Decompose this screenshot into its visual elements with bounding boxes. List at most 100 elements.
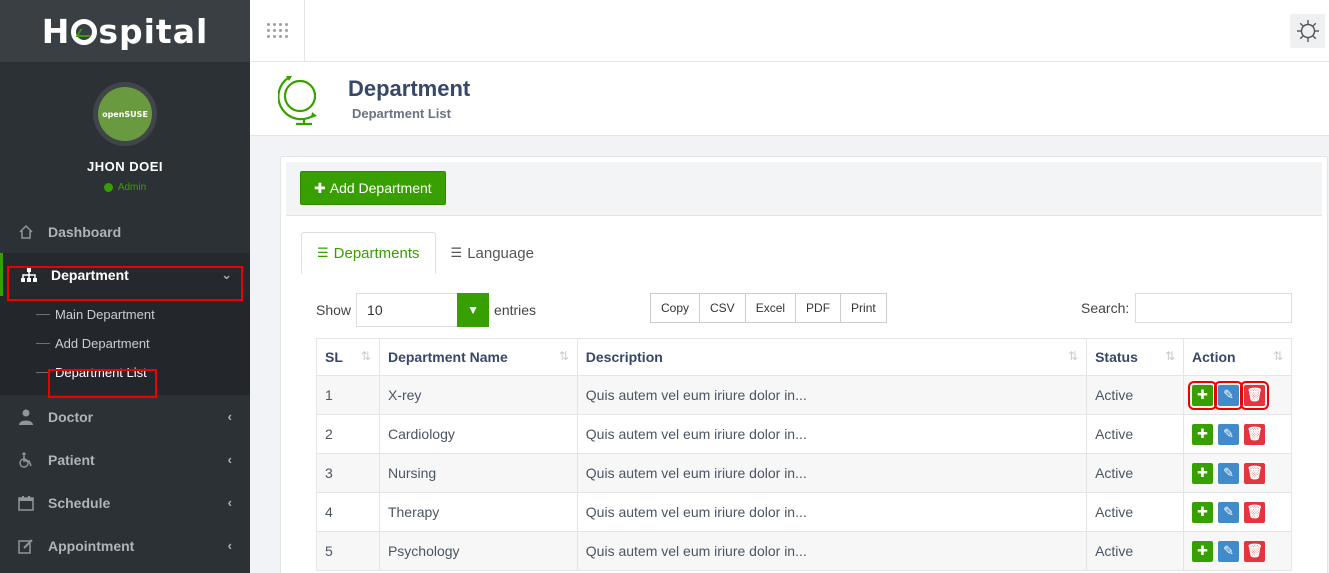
- tab-departments[interactable]: ☰ Departments: [301, 232, 436, 274]
- cell-status: Active: [1086, 492, 1185, 532]
- sort-asc-icon: ⇅: [360, 349, 371, 363]
- page-subtitle: Department List: [352, 106, 451, 121]
- entries-select[interactable]: 10 ▼: [356, 293, 490, 327]
- department-panel: ✚ Add Department ☰ Departments ☰ Language S…: [280, 156, 1328, 573]
- edit-button[interactable]: ✎: [1218, 462, 1240, 484]
- settings-button[interactable]: [1290, 14, 1325, 48]
- table-row: 2 Cardiology Quis autem vel eum iriure d…: [316, 414, 1292, 454]
- sort-icon: ⇅: [558, 349, 569, 363]
- sidebar-subitem-main-department[interactable]: Main Department: [0, 300, 250, 329]
- user-panel: openSUSE JHON DOEI Admin: [0, 62, 250, 210]
- column-header-department-name[interactable]: Department Name ⇅: [378, 338, 578, 376]
- sidebar-item-doctor[interactable]: Doctor ‹: [0, 395, 250, 438]
- cell-department-name: Psychology: [378, 531, 578, 571]
- edit-icon: ✎: [1223, 387, 1234, 402]
- edit-button[interactable]: ✎: [1218, 423, 1240, 445]
- table-row: 5 Psychology Quis autem vel eum iriure d…: [316, 531, 1292, 571]
- sidebar-item-dashboard[interactable]: Dashboard: [0, 210, 250, 253]
- chevron-left-icon: ‹: [227, 452, 232, 467]
- delete-button[interactable]: 🗑: [1244, 423, 1266, 445]
- cell-status: Active: [1086, 453, 1185, 493]
- sidebar-item-schedule[interactable]: Schedule ‹: [0, 481, 250, 524]
- column-header-description[interactable]: Description ⇅: [576, 338, 1088, 376]
- cell-description: Quis autem vel eum iriure dolor in...: [576, 492, 1088, 532]
- cell-department-name: Therapy: [378, 492, 578, 532]
- cell-department-name: X-rey: [378, 375, 578, 415]
- edit-button[interactable]: ✎: [1214, 380, 1244, 410]
- user-role: Admin: [103, 182, 146, 193]
- app-logo[interactable]: Hspital: [0, 0, 250, 62]
- cell-action: ✚ ✎ 🗑: [1183, 531, 1292, 571]
- calendar-icon: [16, 495, 36, 511]
- plus-icon: ✚: [1197, 504, 1208, 519]
- add-department-button[interactable]: ✚ Add Department: [300, 171, 446, 205]
- entries-control: Show 10 ▼ entries: [316, 293, 536, 327]
- department-table: SL ⇅ Department Name ⇅ Description ⇅ Status…: [316, 338, 1292, 571]
- sidebar-item-patient[interactable]: Patient ‹: [0, 438, 250, 481]
- entries-value: 10: [367, 302, 383, 318]
- delete-button[interactable]: 🗑: [1244, 501, 1266, 523]
- sidebar: Hspital openSUSE JHON DOEI Admin Dashboa…: [0, 0, 250, 573]
- edit-button[interactable]: ✎: [1218, 540, 1240, 562]
- search-control: Search:: [1081, 293, 1293, 323]
- gear-icon: [1296, 20, 1319, 42]
- sort-icon: ⇅: [1068, 349, 1079, 363]
- edit-icon: ✎: [1223, 426, 1234, 441]
- export-buttons: Copy CSV Excel PDF Print: [650, 293, 887, 323]
- sidebar-item-appointment[interactable]: Appointment ‹: [0, 524, 250, 567]
- tab-language[interactable]: ☰ Language: [436, 232, 549, 274]
- column-header-action[interactable]: Action ⇅: [1183, 338, 1292, 376]
- cell-sl: 2: [316, 414, 380, 454]
- add-button[interactable]: ✚: [1192, 462, 1214, 484]
- sidebar-item-label: Dashboard: [48, 223, 122, 240]
- search-input[interactable]: [1135, 293, 1293, 323]
- delete-button[interactable]: 🗑: [1240, 380, 1270, 410]
- cell-status: Active: [1086, 414, 1185, 454]
- edit-button[interactable]: ✎: [1218, 501, 1240, 523]
- highlight-box: [48, 369, 157, 398]
- cell-action: ✚ ✎ 🗑: [1183, 453, 1292, 493]
- cell-action: ✚ ✎ 🗑: [1183, 492, 1292, 532]
- sidebar-item-label: Schedule: [48, 494, 111, 511]
- cell-status: Active: [1086, 531, 1185, 571]
- chevron-left-icon: ‹: [227, 495, 232, 510]
- plus-icon: ✚: [1197, 426, 1208, 441]
- column-header-status[interactable]: Status ⇅: [1086, 338, 1185, 376]
- tab-bar: ☰ Departments ☰ Language: [301, 232, 549, 274]
- sidebar-item-label: Appointment: [48, 537, 135, 554]
- add-button[interactable]: ✚: [1192, 501, 1214, 523]
- sidebar-subitem-add-department[interactable]: Add Department: [0, 329, 250, 358]
- column-header-sl[interactable]: SL ⇅: [316, 338, 380, 376]
- trash-icon: 🗑: [1246, 465, 1263, 480]
- cell-sl: 5: [316, 531, 380, 571]
- list-icon: ☰: [317, 245, 329, 260]
- plus-icon: ✚: [314, 179, 326, 196]
- excel-button[interactable]: Excel: [744, 293, 797, 323]
- avatar[interactable]: openSUSE: [93, 82, 157, 146]
- sort-icon: ⇅: [1164, 349, 1176, 363]
- sidebar-item-label: Doctor: [48, 408, 94, 425]
- csv-button[interactable]: CSV: [699, 293, 746, 323]
- chevron-left-icon: ‹: [227, 538, 232, 553]
- delete-button[interactable]: 🗑: [1244, 540, 1266, 562]
- apps-grid-button[interactable]: [250, 0, 305, 61]
- top-navbar: [250, 0, 1329, 62]
- trash-icon: 🗑: [1246, 426, 1263, 441]
- copy-button[interactable]: Copy: [650, 293, 701, 323]
- content-header: Department Department List: [250, 62, 1329, 136]
- cell-action: ✚ ✎ 🗑: [1183, 414, 1292, 454]
- add-button[interactable]: ✚: [1192, 423, 1214, 445]
- delete-button[interactable]: 🗑: [1244, 462, 1266, 484]
- cell-department-name: Cardiology: [378, 414, 578, 454]
- pdf-button[interactable]: PDF: [795, 293, 842, 323]
- chevron-down-icon[interactable]: ▼: [457, 293, 490, 327]
- user-md-icon: [16, 409, 36, 425]
- page-title: Department: [348, 76, 471, 101]
- entries-label: entries: [494, 302, 537, 318]
- print-button[interactable]: Print: [840, 293, 887, 323]
- edit-icon: ✎: [1223, 543, 1234, 558]
- cell-sl: 1: [316, 375, 380, 415]
- add-button[interactable]: ✚: [1188, 380, 1218, 410]
- add-button[interactable]: ✚: [1192, 540, 1214, 562]
- grid-icon: [266, 23, 288, 38]
